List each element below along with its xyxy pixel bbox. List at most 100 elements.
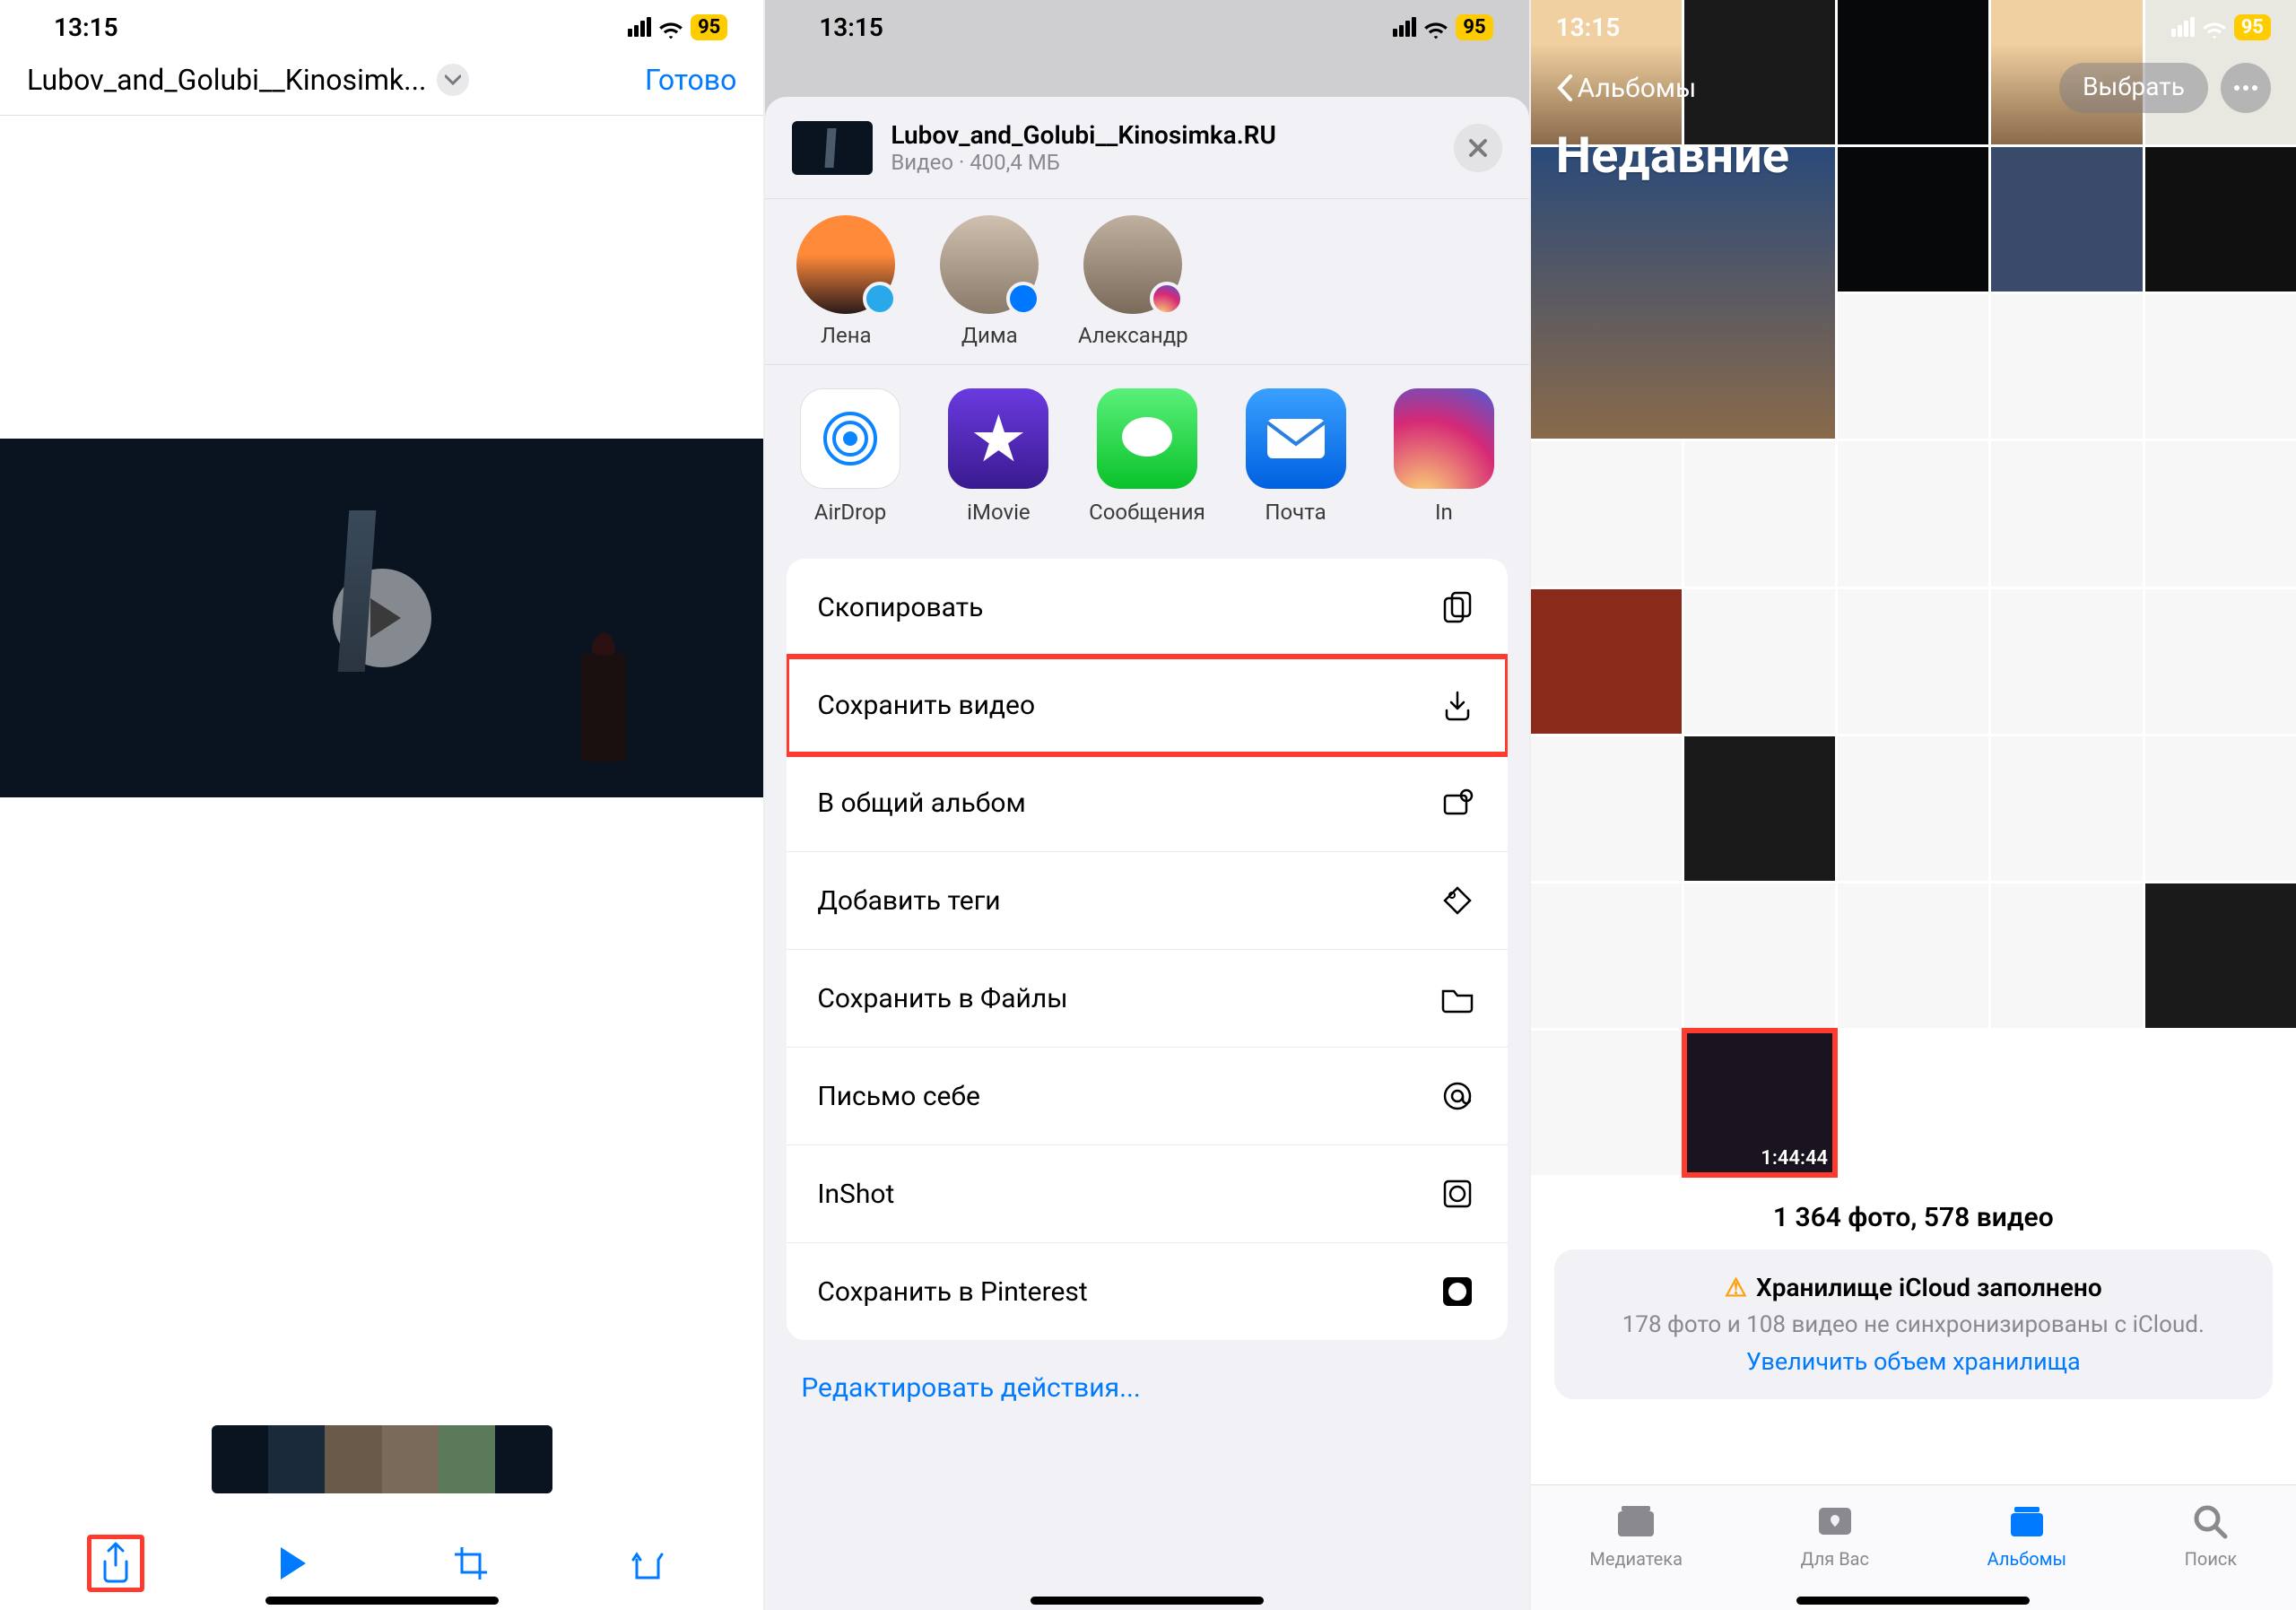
chevron-left-icon — [1556, 74, 1574, 101]
bottom-toolbar — [0, 1535, 763, 1592]
file-dropdown-chevron-icon[interactable] — [437, 64, 469, 96]
icloud-upgrade-link[interactable]: Увеличить объем хранилища — [1581, 1347, 2246, 1376]
tab-foryou[interactable]: Для Вас — [1801, 1501, 1870, 1570]
screen-2-share-sheet: 13:15 95 Lubov_and_Golubi__Kinosimka.RU … — [765, 0, 1530, 1610]
action-label: В общий альбом — [817, 788, 1025, 819]
action-label: Сохранить видео — [817, 690, 1035, 721]
done-button[interactable]: Готово — [645, 63, 736, 97]
share-sheet: Lubov_and_Golubi__Kinosimka.RU Видео · 4… — [765, 97, 1528, 1610]
search-icon — [2188, 1501, 2233, 1541]
close-button[interactable] — [1454, 124, 1502, 172]
tab-label: Альбомы — [1987, 1548, 2066, 1570]
back-button[interactable]: Альбомы — [1556, 73, 1697, 104]
video-thumbnail-highlighted[interactable]: 1:44:44 — [1684, 1031, 1835, 1175]
file-header: Lubov_and_Golubi__Kinosimk... Готово — [0, 54, 763, 116]
warning-icon: ⚠︎ — [1725, 1273, 1747, 1302]
action-shared-album[interactable]: В общий альбом — [787, 754, 1507, 852]
wifi-icon — [658, 17, 683, 37]
action-label: Добавить теги — [817, 885, 1000, 917]
cell-signal-icon — [2171, 17, 2195, 37]
select-button[interactable]: Выбрать — [2059, 63, 2208, 113]
file-thumbnail — [792, 121, 873, 175]
action-inshot[interactable]: InShot — [787, 1145, 1507, 1243]
instagram-icon — [1394, 388, 1494, 489]
back-label: Альбомы — [1578, 73, 1697, 104]
icloud-full-banner: ⚠︎ Хранилище iCloud заполнено 178 фото и… — [1554, 1249, 2273, 1399]
icloud-title: Хранилище iCloud заполнено — [1756, 1273, 2102, 1302]
status-bar: 13:15 95 — [0, 0, 763, 54]
crop-button[interactable] — [442, 1535, 500, 1592]
mail-icon — [1246, 388, 1346, 489]
edit-actions-link[interactable]: Редактировать действия... — [765, 1351, 1528, 1425]
messages-icon — [1097, 388, 1197, 489]
app-label: iMovie — [967, 500, 1031, 525]
home-indicator[interactable] — [1031, 1597, 1264, 1605]
app-label: Почта — [1265, 500, 1326, 525]
video-preview[interactable] — [0, 439, 763, 797]
action-copy[interactable]: Скопировать — [787, 559, 1507, 657]
library-icon — [1613, 1501, 1658, 1541]
telegram-badge-icon — [863, 282, 897, 316]
share-contact[interactable]: Александр — [1079, 215, 1187, 348]
cell-signal-icon — [628, 17, 651, 37]
instagram-badge-icon — [1150, 282, 1184, 316]
at-sign-icon — [1438, 1076, 1477, 1116]
battery-indicator: 95 — [691, 14, 727, 40]
status-bar: 13:15 95 — [765, 0, 1528, 54]
app-label: AirDrop — [814, 500, 886, 525]
airdrop-icon — [800, 388, 900, 489]
imovie-icon: ★ — [948, 388, 1048, 489]
video-scrubber[interactable] — [212, 1425, 552, 1493]
battery-indicator: 95 — [1456, 14, 1492, 40]
action-save-files[interactable]: Сохранить в Файлы — [787, 950, 1507, 1048]
screen-1-video-preview: 13:15 95 Lubov_and_Golubi__Kinosimk... Г… — [0, 0, 765, 1610]
tab-label: Поиск — [2185, 1548, 2238, 1570]
tag-icon — [1438, 881, 1477, 920]
share-app-mail[interactable]: Почта — [1238, 388, 1353, 525]
app-label: In — [1435, 500, 1453, 525]
action-label: Скопировать — [817, 592, 983, 623]
share-app-imovie[interactable]: ★ iMovie — [941, 388, 1057, 525]
status-time: 13:15 — [54, 13, 118, 42]
share-file-name: Lubov_and_Golubi__Kinosimka.RU — [891, 120, 1276, 150]
share-file-meta: Видео · 400,4 МБ — [891, 150, 1276, 175]
more-button[interactable] — [2221, 63, 2271, 113]
cell-signal-icon — [1393, 17, 1416, 37]
album-title: Недавние — [1556, 126, 2271, 185]
status-time: 13:15 — [819, 13, 883, 42]
tab-label: Медиатека — [1589, 1548, 1683, 1570]
action-add-tags[interactable]: Добавить теги — [787, 852, 1507, 950]
screen-3-photos-app: 1:44:44 13:15 95 Альбомы — [1531, 0, 2296, 1610]
action-pinterest[interactable]: Сохранить в Pinterest — [787, 1243, 1507, 1340]
share-contact[interactable]: Дима — [935, 215, 1043, 348]
share-app-instagram[interactable]: In — [1386, 388, 1501, 525]
media-count: 1 364 фото, 578 видео — [1531, 1202, 2296, 1233]
share-button[interactable] — [87, 1535, 144, 1592]
wifi-icon — [2202, 17, 2227, 37]
rotate-button[interactable] — [619, 1535, 676, 1592]
action-label: Сохранить в Файлы — [817, 983, 1067, 1014]
shared-album-icon — [1438, 783, 1477, 822]
tab-albums[interactable]: Альбомы — [1987, 1501, 2066, 1570]
video-duration: 1:44:44 — [1761, 1147, 1828, 1170]
folder-icon — [1438, 979, 1477, 1018]
icloud-subtitle: 178 фото и 108 видео не синхронизированы… — [1581, 1311, 2246, 1338]
action-label: Сохранить в Pinterest — [817, 1276, 1087, 1308]
ellipsis-icon — [2233, 84, 2258, 91]
contact-name: Лена — [821, 323, 872, 348]
tab-library[interactable]: Медиатека — [1589, 1501, 1683, 1570]
action-mail-self[interactable]: Письмо себе — [787, 1048, 1507, 1145]
action-save-video[interactable]: Сохранить видео — [787, 657, 1507, 754]
share-contact[interactable]: Лена — [792, 215, 900, 348]
home-indicator[interactable] — [1796, 1597, 2030, 1605]
inshot-icon — [1438, 1174, 1477, 1214]
foryou-icon — [1813, 1501, 1857, 1541]
tab-bar: Медиатека Для Вас Альбомы Поиск — [1531, 1484, 2296, 1610]
albums-icon — [2005, 1501, 2049, 1541]
tab-search[interactable]: Поиск — [2185, 1501, 2238, 1570]
play-button[interactable] — [265, 1535, 322, 1592]
tab-label: Для Вас — [1801, 1548, 1870, 1570]
share-app-airdrop[interactable]: AirDrop — [792, 388, 908, 525]
share-app-messages[interactable]: Сообщения — [1089, 388, 1205, 525]
home-indicator[interactable] — [265, 1597, 499, 1605]
